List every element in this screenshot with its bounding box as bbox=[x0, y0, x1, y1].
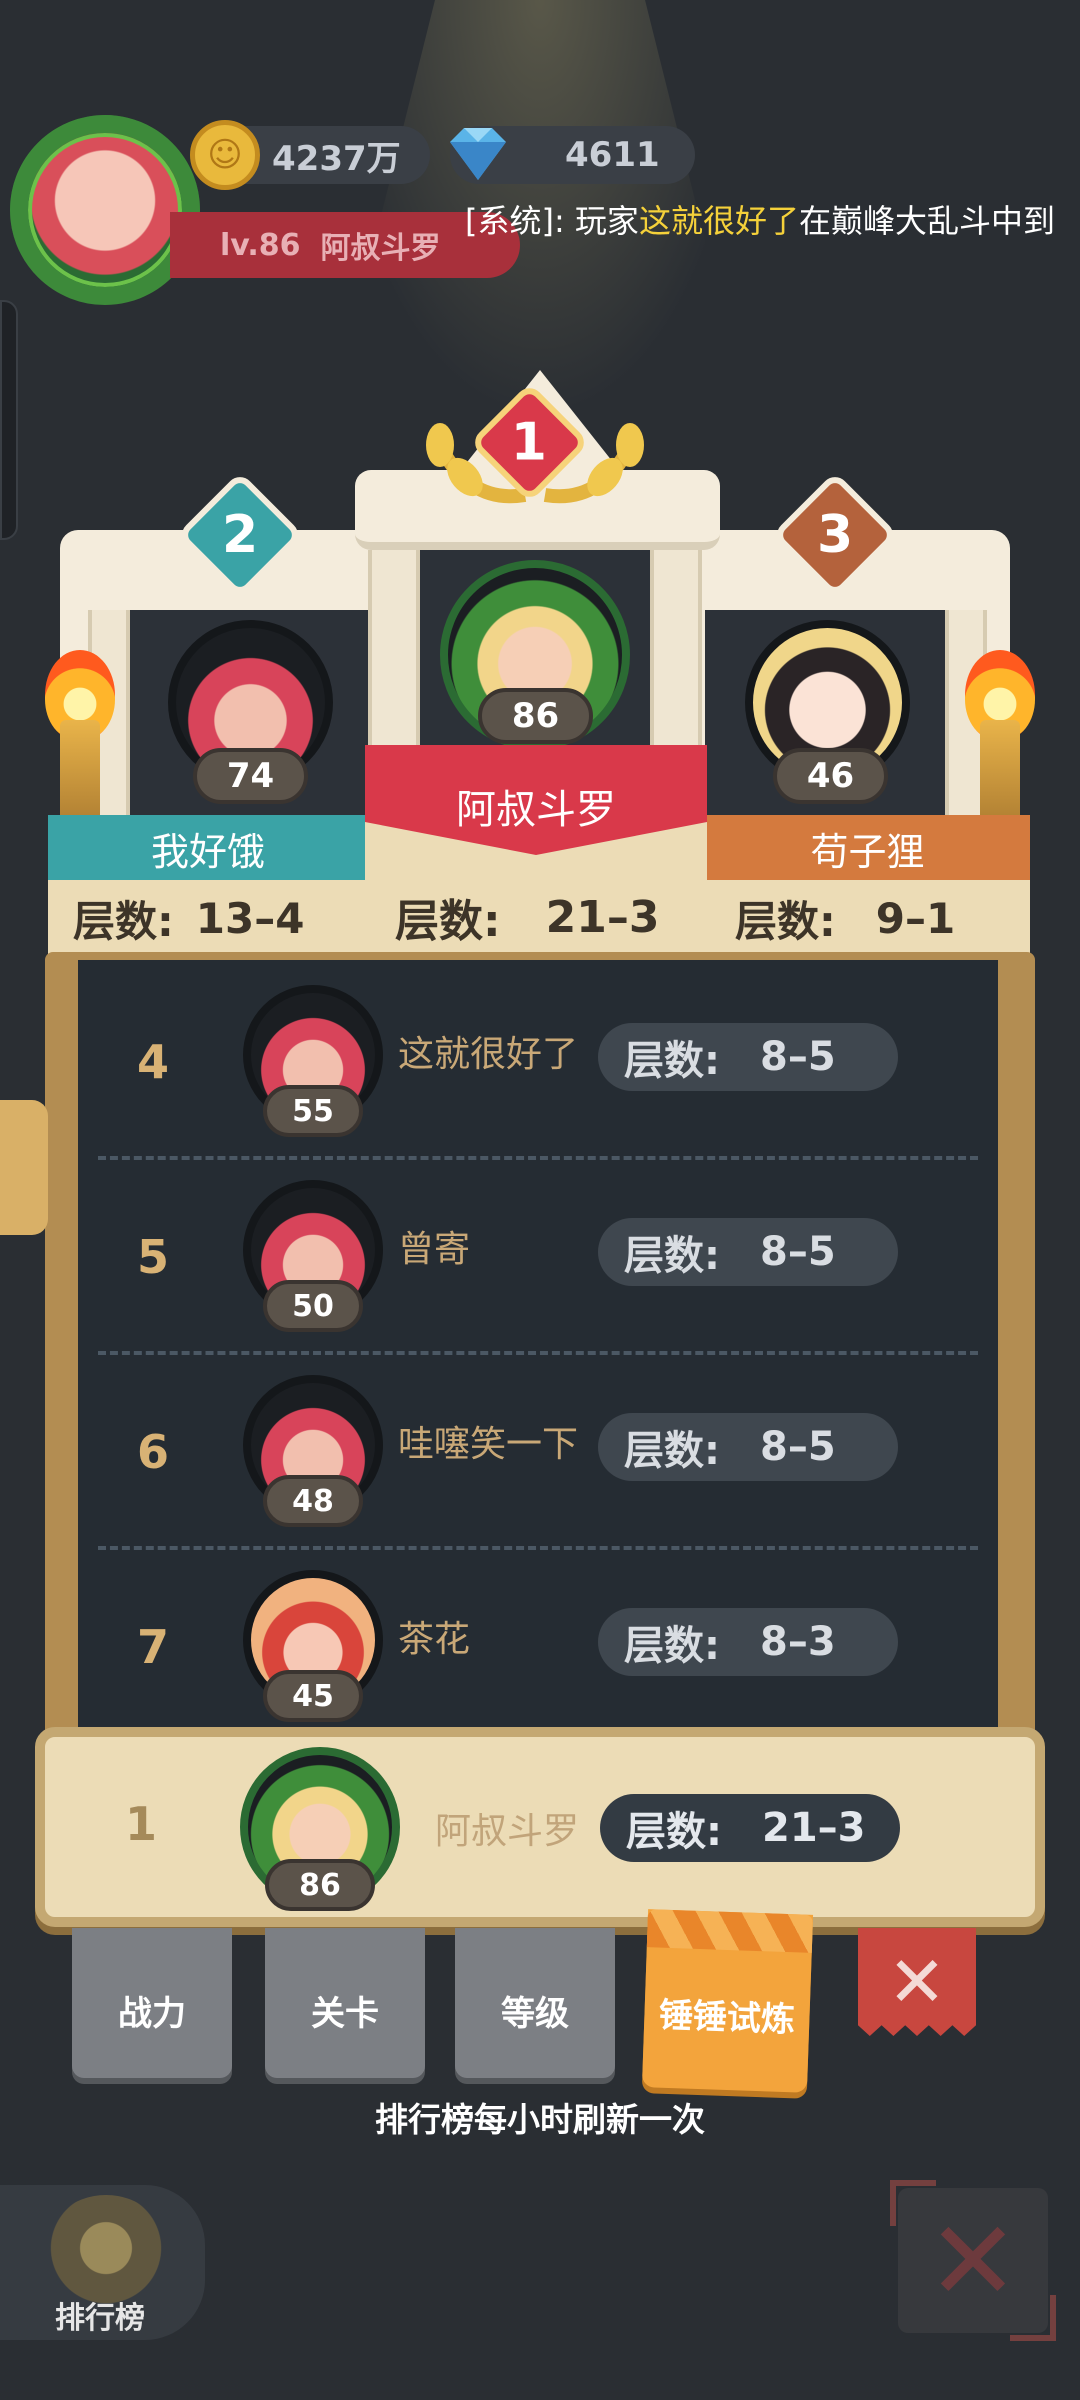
floor-value: 8–5 bbox=[760, 1034, 836, 1080]
floor-label: 层数: bbox=[626, 1809, 722, 1855]
floor-score: 层数: 8–3 bbox=[598, 1608, 898, 1676]
tab-hammer-trial[interactable]: 锤锤试炼 bbox=[641, 1909, 814, 2093]
rank-number: 5 bbox=[136, 1230, 169, 1284]
player-level: 55 bbox=[263, 1085, 363, 1137]
player-name: 阿叔斗罗 bbox=[320, 231, 441, 266]
floor-score: 层数: 8–5 bbox=[598, 1218, 898, 1286]
floor-value: 8–3 bbox=[760, 1619, 836, 1665]
player-name: 曾寄 bbox=[398, 1229, 471, 1270]
player-name: 这就很好了 bbox=[398, 1034, 579, 1075]
diamond-icon bbox=[450, 128, 506, 180]
ticker-player: 这就很好了 bbox=[638, 202, 799, 240]
coin-icon: ☺ bbox=[190, 120, 260, 190]
system-ticker: [系统]: 玩家这就很好了在巅峰大乱斗中到 bbox=[465, 196, 1080, 246]
list-item[interactable]: 4 55 这就很好了 层数: 8–5 bbox=[78, 965, 998, 1160]
leaderboard-button[interactable]: 排行榜 bbox=[0, 2185, 205, 2340]
floor-label: 层数: bbox=[624, 1428, 720, 1474]
rank-2-number: 2 bbox=[221, 505, 259, 565]
floor-label: 层数: bbox=[624, 1623, 720, 1669]
coin-counter: ☺ 4237万 bbox=[190, 120, 430, 190]
my-level: 86 bbox=[265, 1859, 375, 1911]
player-name: 哇噻笑一下 bbox=[398, 1424, 579, 1465]
floor-value: 13–4 bbox=[195, 893, 305, 943]
tab-level[interactable]: 等级 bbox=[455, 1928, 615, 2078]
list-item[interactable]: 5 50 曾寄 层数: 8–5 bbox=[78, 1160, 998, 1355]
first-place-level: 86 bbox=[478, 688, 593, 744]
player-level: 50 bbox=[263, 1280, 363, 1332]
floor-value: 9–1 bbox=[875, 893, 956, 943]
floor-score: 层数: 8–5 bbox=[598, 1023, 898, 1091]
third-place-score: 层数: 9–1 bbox=[705, 880, 1030, 956]
floor-value: 21–3 bbox=[762, 1805, 866, 1851]
player-level: 45 bbox=[263, 1670, 363, 1722]
floor-value: 21–3 bbox=[545, 891, 660, 943]
leaderboard-label: 排行榜 bbox=[55, 2301, 145, 2336]
floor-value: 8–5 bbox=[760, 1229, 836, 1275]
player-level: lv.86 bbox=[220, 227, 301, 263]
tab-stage[interactable]: 关卡 bbox=[265, 1928, 425, 2078]
close-button[interactable]: ✕ bbox=[890, 2180, 1056, 2341]
third-place-name: 苟子狸 bbox=[705, 815, 1030, 881]
my-name: 阿叔斗罗 bbox=[435, 1811, 580, 1852]
rank-number: 6 bbox=[136, 1425, 169, 1479]
rank-number: 7 bbox=[136, 1620, 169, 1674]
ticker-prefix: [系统]: 玩家 bbox=[465, 202, 639, 240]
rank-3-number: 3 bbox=[816, 505, 854, 565]
close-panel-button[interactable]: ✕ bbox=[858, 1928, 976, 2036]
floor-label: 层数: bbox=[395, 896, 501, 947]
close-icon: ✕ bbox=[887, 1941, 947, 2023]
player-level: 48 bbox=[263, 1475, 363, 1527]
list-item[interactable]: 7 45 茶花 层数: 8–3 bbox=[78, 1550, 998, 1730]
gem-value: 4611 bbox=[565, 135, 660, 175]
second-place-level: 74 bbox=[193, 748, 308, 804]
rank-1-number: 1 bbox=[511, 412, 548, 473]
coin-value: 4237万 bbox=[272, 138, 401, 179]
gem-counter: 4611 bbox=[450, 126, 695, 184]
floor-score: 层数: 8–5 bbox=[598, 1413, 898, 1481]
second-place-score: 层数: 13–4 bbox=[48, 880, 368, 956]
second-place-name: 我好饿 bbox=[48, 815, 368, 881]
close-icon: ✕ bbox=[926, 2196, 1020, 2325]
player-name: 茶花 bbox=[398, 1619, 471, 1660]
floor-label: 层数: bbox=[735, 896, 836, 946]
my-floor-score: 层数: 21–3 bbox=[600, 1794, 900, 1862]
side-drawer-handle[interactable] bbox=[0, 300, 18, 540]
side-device-tab[interactable] bbox=[0, 1100, 48, 1235]
third-place-level: 46 bbox=[773, 748, 888, 804]
list-item[interactable]: 6 48 哇噻笑一下 层数: 8–5 bbox=[78, 1355, 998, 1550]
floor-value: 8–5 bbox=[760, 1424, 836, 1470]
floor-label: 层数: bbox=[624, 1038, 720, 1084]
my-rank-number: 1 bbox=[125, 1797, 158, 1851]
ticker-suffix: 在巅峰大乱斗中到 bbox=[798, 202, 1055, 240]
floor-label: 层数: bbox=[624, 1233, 720, 1279]
tab-power[interactable]: 战力 bbox=[72, 1928, 232, 2078]
my-rank-row[interactable]: 1 86 阿叔斗罗 层数: 21–3 bbox=[35, 1727, 1045, 1927]
floor-label: 层数: bbox=[73, 896, 174, 946]
refresh-note: 排行榜每小时刷新一次 bbox=[375, 2100, 705, 2139]
rank-number: 4 bbox=[136, 1035, 169, 1089]
